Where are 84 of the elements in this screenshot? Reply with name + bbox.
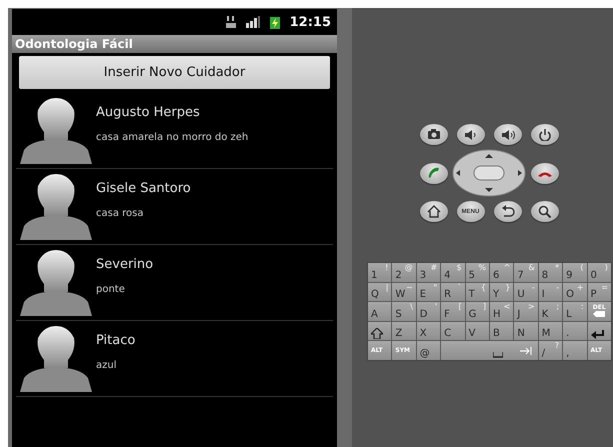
phone-handset-icon bbox=[426, 166, 440, 180]
search-icon bbox=[538, 205, 552, 218]
keyboard-key[interactable]: 5 % bbox=[466, 263, 489, 282]
keyboard-key[interactable]: 3 # bbox=[416, 263, 440, 282]
keyboard-key[interactable]: H < bbox=[490, 302, 514, 321]
keyboard-key[interactable]: 2 @ bbox=[392, 263, 416, 282]
keyboard-key[interactable]: Z bbox=[392, 322, 416, 340]
hardware-button[interactable] bbox=[420, 162, 448, 184]
directional-pad[interactable] bbox=[452, 149, 526, 197]
keyboard-key[interactable]: T { bbox=[466, 282, 489, 302]
contact-row[interactable]: Severino ponte bbox=[16, 245, 333, 321]
keyboard-key[interactable]: D ' bbox=[416, 302, 440, 321]
data-network-icon bbox=[226, 16, 236, 28]
hardware-button[interactable] bbox=[420, 201, 448, 222]
keyboard-key[interactable]: 8 * bbox=[538, 263, 562, 282]
keyboard-key[interactable]: J > bbox=[514, 302, 538, 321]
contact-address: ponte bbox=[96, 284, 126, 295]
contact-name: Severino bbox=[96, 257, 154, 272]
keyboard-key[interactable]: X bbox=[416, 322, 440, 340]
keyboard-key[interactable]: V bbox=[466, 322, 489, 340]
speaker-loud-icon bbox=[500, 128, 514, 141]
keyboard-key[interactable]: / ? bbox=[538, 341, 562, 360]
hardware-button[interactable] bbox=[456, 124, 484, 145]
insert-caregiver-button[interactable]: Inserir Novo Cuidador bbox=[19, 56, 330, 89]
keyboard-key[interactable]: . bbox=[563, 322, 587, 340]
hardware-button[interactable] bbox=[530, 201, 558, 222]
keyboard-key[interactable]: Y } bbox=[490, 282, 514, 302]
clock-time: 12:15 bbox=[290, 14, 331, 30]
keyboard-key[interactable]: 4 $ bbox=[441, 263, 465, 282]
tab-arrow-icon bbox=[520, 346, 532, 355]
keyboard-key[interactable]: A bbox=[368, 302, 392, 321]
keyboard-key[interactable]: 7 & bbox=[514, 263, 538, 282]
keyboard-key[interactable]: 6 ^ bbox=[490, 263, 514, 282]
contact-name: Augusto Herpes bbox=[96, 105, 201, 120]
keyboard-key[interactable]: E " bbox=[416, 282, 440, 302]
enter-icon bbox=[590, 330, 605, 340]
hardware-button[interactable] bbox=[530, 124, 558, 145]
contact-address: casa rosa bbox=[96, 208, 144, 219]
keyboard-key[interactable]: M bbox=[538, 322, 562, 340]
hardware-button[interactable] bbox=[494, 124, 522, 145]
home-icon bbox=[426, 205, 440, 218]
keyboard-key[interactable]: R ` bbox=[441, 282, 465, 302]
keyboard-key[interactable] bbox=[588, 322, 611, 340]
hardware-button[interactable] bbox=[530, 162, 558, 184]
speaker-icon bbox=[464, 128, 478, 141]
camera-icon bbox=[426, 128, 440, 141]
keyboard-key[interactable]: U - bbox=[514, 282, 538, 302]
keyboard-key[interactable]: B bbox=[490, 322, 514, 340]
power-icon bbox=[538, 128, 552, 141]
keyboard-key[interactable]: N bbox=[514, 322, 538, 340]
contact-address: casa amarela no morro do zeh bbox=[96, 132, 248, 143]
keyboard-key[interactable]: P = bbox=[588, 282, 611, 302]
keyboard-key[interactable]: Q | bbox=[368, 282, 392, 302]
contact-name: Pitaco bbox=[96, 333, 136, 348]
app-title: Odontologia Fácil bbox=[14, 37, 133, 51]
battery-charging-icon bbox=[270, 16, 280, 28]
keyboard-key[interactable]: W ~ bbox=[392, 282, 416, 302]
contact-row[interactable]: Augusto Herpes casa amarela no morro do zeh bbox=[16, 93, 333, 169]
keyboard-key[interactable]: L : bbox=[563, 302, 587, 321]
contact-name: Gisele Santoro bbox=[96, 181, 191, 196]
keyboard-key[interactable]: @ bbox=[416, 341, 440, 360]
backspace-icon bbox=[593, 311, 606, 318]
keyboard-key[interactable] bbox=[368, 322, 392, 340]
keyboard-key[interactable]: 1 ! bbox=[368, 263, 392, 282]
back-arrow-icon bbox=[500, 205, 514, 218]
keyboard-key[interactable]: O + bbox=[563, 282, 587, 302]
hardware-button[interactable] bbox=[420, 124, 448, 145]
keyboard-key[interactable]: G ] bbox=[466, 302, 489, 321]
keyboard-key[interactable]: S \ bbox=[392, 302, 416, 321]
keyboard-key[interactable]: 0 ) bbox=[588, 263, 611, 282]
contact-row[interactable]: Pitaco azul bbox=[16, 321, 333, 397]
space-bar-icon bbox=[493, 352, 504, 358]
contact-address: azul bbox=[96, 360, 118, 371]
keyboard-key[interactable]: K ; bbox=[538, 302, 562, 321]
phone-hangup-icon bbox=[538, 170, 552, 176]
shift-icon bbox=[371, 328, 383, 340]
keyboard-key[interactable]: C bbox=[441, 322, 465, 340]
contact-row[interactable]: Gisele Santoro casa rosa bbox=[16, 169, 333, 245]
hardware-button[interactable] bbox=[494, 201, 522, 222]
keyboard-key[interactable]: , bbox=[563, 341, 587, 360]
keyboard-key[interactable]: F [ bbox=[441, 302, 465, 321]
signal-icon bbox=[246, 16, 260, 28]
keyboard-key[interactable]: I - bbox=[538, 282, 562, 302]
keyboard-key[interactable]: 9 ( bbox=[563, 263, 587, 282]
